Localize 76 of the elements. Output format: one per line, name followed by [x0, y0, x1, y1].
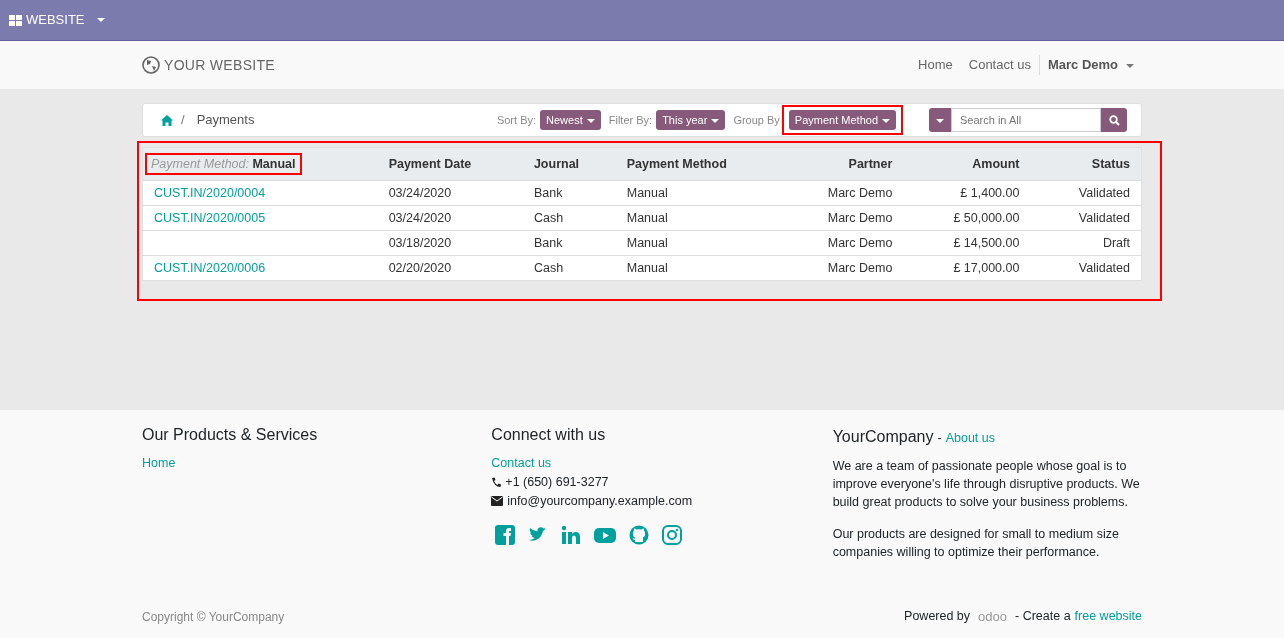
- table-cell: 03/24/2020: [388, 210, 452, 225]
- control-label: Filter By:: [608, 112, 653, 128]
- about-paragraph: Our products are designed for small to medium size companies willing to optimize their performance.: [832, 526, 1120, 561]
- search-button[interactable]: [1101, 108, 1127, 132]
- website-menu[interactable]: WEBSITE: [0, 0, 114, 40]
- table-cell: Marc Demo: [827, 210, 893, 225]
- camera-icon[interactable]: [662, 525, 683, 546]
- footer-heading: Connect with us: [491, 425, 607, 445]
- table-cell: £ 1,400.00: [960, 185, 1020, 200]
- about-paragraph: We are a team of passionate people whose goal is to improve everyone's life through disruptive products. We build great products to solve your business problems.: [832, 458, 1141, 511]
- table-cell: £ 17,000.00: [953, 260, 1020, 275]
- table-cell: Validated: [1078, 185, 1130, 200]
- table-cell: Marc Demo: [827, 260, 893, 275]
- breadcrumb-separator: /: [181, 111, 185, 130]
- envelope-icon: [491, 496, 504, 507]
- column-header: Payment Date: [388, 156, 472, 171]
- table-cell: Manual: [626, 185, 668, 200]
- table-cell: Validated: [1078, 210, 1130, 225]
- group-header: Payment Method: Manual: [147, 154, 300, 173]
- video-play-icon[interactable]: [594, 525, 617, 546]
- powered-by-text: - Create a: [1015, 608, 1071, 626]
- nav-link[interactable]: Contact us: [960, 55, 1039, 75]
- table-cell: 03/24/2020: [388, 185, 452, 200]
- separator: -: [937, 430, 942, 447]
- search-icon: [1108, 114, 1120, 126]
- footer-heading: Our Products & Services: [142, 425, 319, 445]
- footer-heading: YourCompany: [832, 427, 934, 447]
- table-cell: Bank: [533, 185, 563, 200]
- table-cell: Cash: [533, 210, 564, 225]
- copyright-text: Copyright © YourCompany: [142, 608, 285, 626]
- filter-dropdown[interactable]: This year: [656, 109, 726, 131]
- powered-by-text: Powered by: [904, 608, 971, 626]
- column-header: Journal: [533, 156, 580, 171]
- footer-link[interactable]: Home: [142, 456, 176, 471]
- column-header: Partner: [848, 156, 893, 171]
- facebook-icon[interactable]: [495, 525, 516, 546]
- table-cell: Manual: [626, 235, 668, 250]
- breadcrumb-current: Payments: [196, 111, 255, 130]
- table-cell: Manual: [626, 260, 668, 275]
- odoo-logo[interactable]: odoo: [978, 607, 1007, 627]
- group-by-dropdown[interactable]: Payment Method: [788, 109, 896, 131]
- control-label: Group By: [733, 112, 780, 128]
- footer-link[interactable]: About us: [945, 429, 995, 448]
- table-cell: Marc Demo: [827, 235, 893, 250]
- linkedin-icon[interactable]: [561, 525, 582, 546]
- search-field[interactable]: Search in All: [951, 108, 1101, 132]
- sort-dropdown[interactable]: Newest: [540, 109, 601, 131]
- table-cell: £ 50,000.00: [953, 210, 1020, 225]
- table-cell: 03/18/2020: [388, 235, 452, 250]
- payment-link[interactable]: CUST.IN/2020/0005: [154, 210, 266, 225]
- footer-link[interactable]: Contact us: [491, 456, 552, 471]
- home-icon[interactable]: [161, 114, 173, 126]
- phone-number: +1 (650) 691-3277: [505, 473, 609, 491]
- website-logo[interactable]: YOUR WEBSITE: [142, 54, 275, 76]
- phone-icon: [491, 476, 502, 488]
- table-cell: Draft: [1102, 235, 1130, 250]
- payment-link[interactable]: CUST.IN/2020/0004: [154, 185, 266, 200]
- column-header: Amount: [972, 156, 1020, 171]
- email-address: info@yourcompany.example.com: [507, 492, 693, 510]
- table-cell: Cash: [533, 260, 564, 275]
- payment-link[interactable]: CUST.IN/2020/0006: [154, 260, 266, 275]
- column-header: Status: [1091, 156, 1130, 171]
- nav-link[interactable]: Home: [910, 55, 961, 75]
- grid-icon: [9, 14, 22, 26]
- column-header: Payment Method: [626, 156, 727, 171]
- table-cell: Validated: [1078, 260, 1130, 275]
- search-filter-toggle[interactable]: [929, 108, 951, 132]
- control-label: Sort By:: [496, 112, 537, 128]
- footer-link[interactable]: free website: [1074, 607, 1142, 627]
- user-menu[interactable]: Marc Demo: [1038, 55, 1142, 75]
- table-cell: Bank: [533, 235, 563, 250]
- table-cell: Manual: [626, 210, 668, 225]
- octocat-icon[interactable]: [629, 525, 650, 546]
- table-cell: Marc Demo: [827, 185, 893, 200]
- table-cell: 02/20/2020: [388, 260, 452, 275]
- table-cell: £ 14,500.00: [953, 235, 1020, 250]
